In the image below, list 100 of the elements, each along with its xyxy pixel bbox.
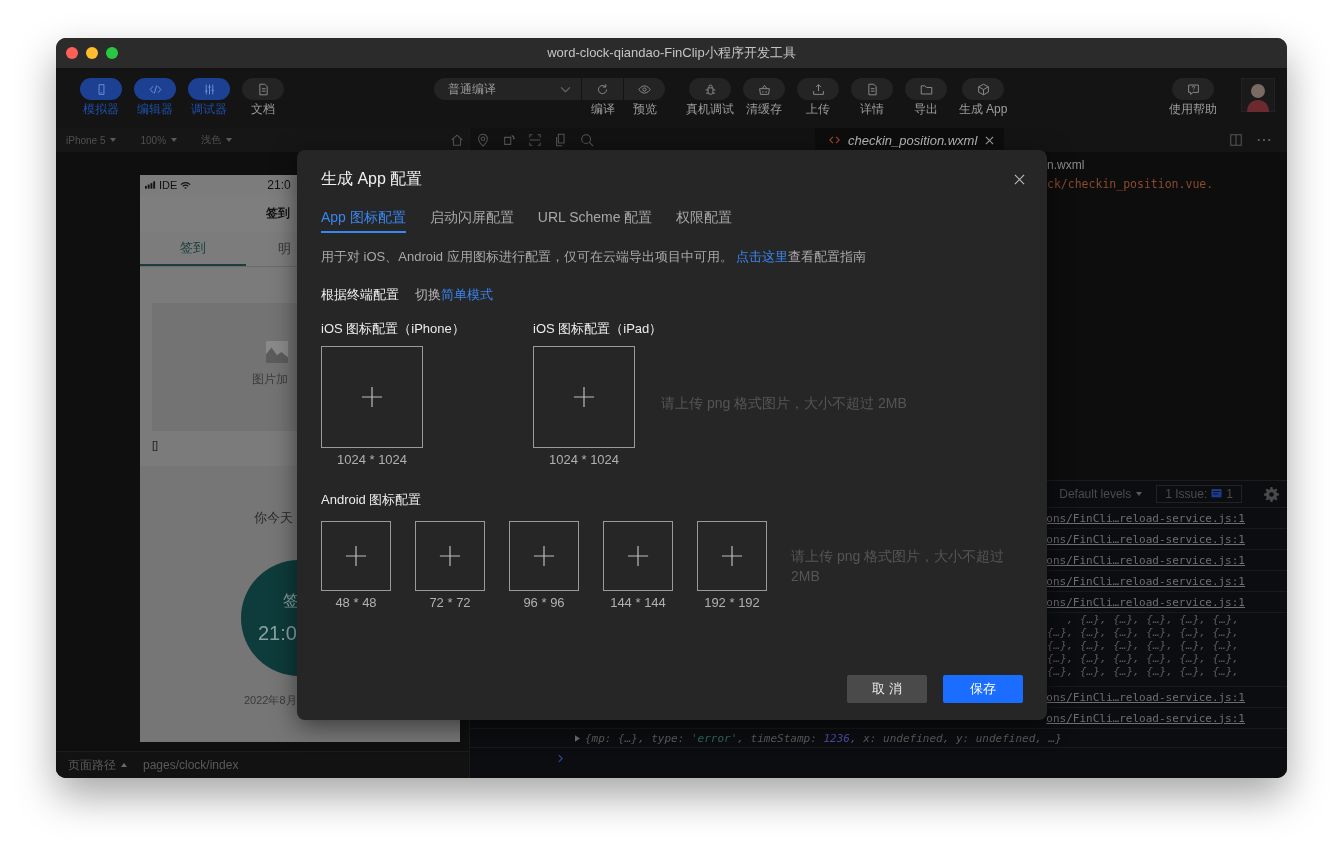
wifi-icon [180, 180, 192, 190]
document-icon [256, 82, 270, 96]
plus-icon [533, 545, 555, 567]
cube-icon [976, 82, 990, 96]
window-minimize-button[interactable] [86, 47, 98, 59]
rotate-icon[interactable] [502, 133, 516, 147]
source-link[interactable]: ons/FinCli…reload-service.js:1 [1046, 532, 1245, 546]
help-button[interactable]: 使用帮助 [1163, 78, 1223, 118]
section-label: Android 图标配置 [321, 491, 423, 509]
mode-switch-text: 切换简单模式 [415, 286, 493, 304]
folder-icon [919, 82, 933, 96]
issues-button[interactable]: 1 Issue: 1 [1156, 485, 1242, 503]
export-button[interactable]: 导出 [899, 78, 953, 118]
build-app-button[interactable]: 生成 App [953, 78, 1013, 118]
sliders-icon [202, 82, 216, 96]
save-button[interactable]: 保存 [943, 675, 1023, 703]
section-label: iOS 图标配置（iPhone） [321, 320, 466, 338]
description-text: 用于对 iOS、Android 应用图标进行配置，仅可在云端导出项目中可用。 点击这里查看配置指南 [321, 248, 868, 266]
source-link[interactable]: ons/FinCli…reload-service.js:1 [1046, 595, 1245, 609]
log-output: {…}, {…}, {…}, {…}, {…}, {…}, [1046, 665, 1239, 678]
page-path: pages/clock/index [143, 758, 239, 772]
code-line: ck/checkin_position.vue. [1047, 176, 1215, 193]
upload-slot[interactable] [321, 346, 423, 448]
compile-button[interactable]: 编译 [582, 78, 624, 118]
upload-slot[interactable] [415, 521, 485, 591]
details-button[interactable]: 详情 [845, 78, 899, 118]
page-path-toggle[interactable]: 页面路径 [68, 756, 127, 774]
guide-link[interactable]: 点击这里 [736, 249, 789, 264]
window-zoom-button[interactable] [106, 47, 118, 59]
carrier-label: IDE [159, 179, 178, 191]
editor-tab[interactable]: checkin_position.wxml [815, 128, 1005, 152]
close-icon[interactable] [1014, 173, 1025, 185]
clear-cache-button[interactable]: 清缓存 [737, 78, 791, 118]
window-title: word-clock-qiandao-FinClip小程序开发工具 [547, 44, 796, 62]
zoom-dropdown[interactable]: 100% [140, 134, 178, 146]
upload-slot[interactable] [321, 521, 391, 591]
plus-icon [439, 545, 461, 567]
preview-button[interactable]: 预览 [624, 78, 666, 118]
code-line: n.wxml [1047, 157, 1086, 174]
avatar-icon[interactable] [1241, 78, 1275, 112]
source-link[interactable]: ons/FinCli…reload-service.js:1 [1046, 711, 1245, 725]
mode-label: 根据终端配置 [321, 286, 399, 304]
signal-icon [145, 181, 156, 189]
plus-icon [573, 386, 595, 408]
plus-icon [361, 386, 383, 408]
bracket-text: [] [152, 439, 160, 451]
more-icon[interactable] [1257, 138, 1271, 142]
plus-icon [721, 545, 743, 567]
size-label: 144 * 144 [609, 594, 667, 612]
code-icon [148, 82, 162, 96]
size-label: 1024 * 1024 [547, 451, 621, 469]
source-link[interactable]: ons/FinCli…reload-service.js:1 [1046, 574, 1245, 588]
upload-slot[interactable] [697, 521, 767, 591]
simple-mode-link[interactable]: 简单模式 [441, 287, 493, 302]
plus-icon [627, 545, 649, 567]
size-label: 1024 * 1024 [335, 451, 409, 469]
chevron-down-icon [560, 85, 571, 93]
config-tab[interactable]: URL Scheme 配置 [537, 208, 653, 233]
cancel-button[interactable]: 取 消 [847, 675, 927, 703]
config-tab[interactable]: 权限配置 [676, 208, 733, 233]
size-label: 48 * 48 [334, 594, 378, 612]
remote-debug-button[interactable]: 真机调试 [683, 78, 737, 118]
plus-icon [345, 545, 367, 567]
log-output: {mp: {…}, type: 'error', timeStamp: 1236, x: undefined, y: undefined, …} [585, 731, 1062, 745]
log-output: , {…}, {…}, {…}, {…}, {…}, [1066, 613, 1239, 626]
log-output: {…}, {…}, {…}, {…}, {…}, {…}, [1046, 652, 1239, 665]
section-label: iOS 图标配置（iPad） [533, 320, 664, 338]
expand-icon[interactable] [575, 734, 580, 742]
status-time: 21:0 [267, 178, 291, 192]
size-label: 72 * 72 [428, 594, 472, 612]
log-output: {…}, {…}, {…}, {…}, {…}, {…}, [1046, 626, 1239, 639]
log-level-dropdown[interactable]: Default levels [1059, 487, 1143, 501]
source-link[interactable]: ons/FinCli…reload-service.js:1 [1046, 690, 1245, 704]
message-icon [1211, 489, 1223, 499]
config-tab[interactable]: 启动闪屏配置 [429, 208, 514, 233]
checkin-prompt: 你今天 [254, 509, 293, 527]
prompt-icon [558, 753, 563, 763]
code-file-icon [829, 136, 840, 144]
basket-icon [757, 82, 771, 96]
upload-icon [811, 82, 825, 96]
source-link[interactable]: ons/FinCli…reload-service.js:1 [1046, 553, 1245, 567]
upload-slot[interactable] [509, 521, 579, 591]
size-label: 192 * 192 [703, 594, 761, 612]
refresh-icon [596, 82, 609, 96]
page-title: 签到 [266, 205, 290, 222]
size-label: 96 * 96 [522, 594, 566, 612]
document-icon [865, 82, 879, 96]
upload-slot[interactable] [533, 346, 635, 448]
dialog-title: 生成 App 配置 [321, 168, 423, 189]
upload-button[interactable]: 上传 [791, 78, 845, 118]
upload-slot[interactable] [603, 521, 673, 591]
log-output: {…}, {…}, {…}, {…}, {…}, {…}, [1046, 639, 1239, 652]
source-link[interactable]: ons/FinCli…reload-service.js:1 [1046, 511, 1245, 525]
eye-icon [638, 82, 651, 96]
config-tab[interactable]: App 图标配置 [321, 208, 406, 233]
window-close-button[interactable] [66, 47, 78, 59]
image-icon [266, 341, 288, 363]
bug-icon [703, 82, 717, 96]
help-icon [1186, 82, 1200, 96]
close-icon[interactable] [985, 135, 995, 145]
